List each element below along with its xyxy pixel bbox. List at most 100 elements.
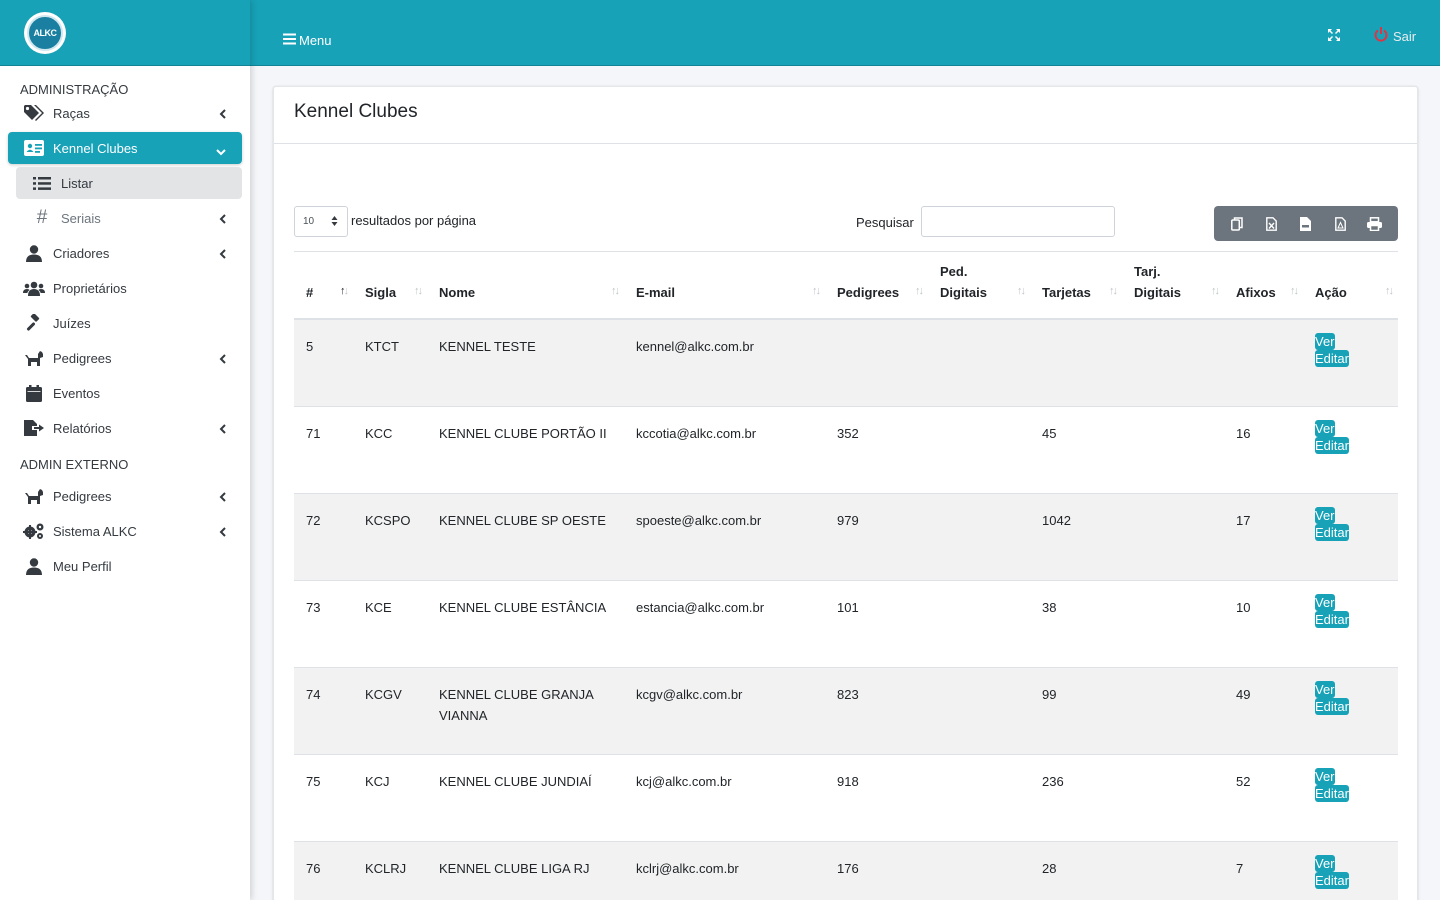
sidebar-item-racas[interactable]: Raças [8, 97, 242, 129]
cell-pedigrees: 823 [825, 666, 928, 754]
logout-button[interactable]: Sair [1374, 27, 1416, 45]
cell-tarj-digitais [1122, 492, 1224, 580]
excel-button[interactable] [1256, 209, 1288, 239]
column-header-sigla[interactable]: Sigla ↑↓ [353, 252, 427, 320]
sidebar-item-pedigrees-externo[interactable]: Pedigrees [8, 480, 242, 512]
cell-ped-digitais [928, 492, 1030, 580]
csv-button[interactable] [1290, 209, 1322, 239]
fullscreen-button[interactable] [1327, 28, 1341, 45]
sidebar-item-meu-perfil[interactable]: Meu Perfil [8, 550, 242, 582]
column-header-tarj-digitais[interactable]: Tarj. Digitais ↑↓ [1122, 252, 1224, 320]
brand[interactable]: ALKC [0, 0, 250, 66]
view-button[interactable]: Ver [1315, 680, 1335, 698]
chevron-left-icon [219, 247, 226, 262]
column-header-ped-digitais[interactable]: Ped. Digitais ↑↓ [928, 252, 1030, 320]
copy-icon [1221, 209, 1253, 239]
sidebar-item-label: Listar [61, 175, 93, 191]
topbar: Menu Sair [250, 0, 1440, 66]
column-header-tarjetas[interactable]: Tarjetas ↑↓ [1030, 252, 1122, 320]
view-button[interactable]: Ver [1315, 333, 1335, 350]
view-button[interactable]: Ver [1315, 419, 1335, 437]
sidebar-item-eventos[interactable]: Eventos [8, 377, 242, 409]
edit-button[interactable]: Editar [1315, 436, 1349, 454]
sort-icon: ↑↓ [414, 285, 423, 297]
cell-acao: Ver Editar [1303, 319, 1398, 406]
cell-afixos: 7 [1224, 840, 1303, 900]
chevron-left-icon [219, 490, 226, 505]
sidebar: ALKC ADMINISTRAÇÃO Raças Kennel Clubes L… [0, 0, 250, 900]
copy-button[interactable] [1221, 209, 1253, 239]
cell-nome: KENNEL TESTE [439, 339, 536, 354]
cell-sigla: KTCT [365, 339, 399, 354]
cell-acao: Ver Editar [1303, 579, 1398, 667]
sort-icon: ↑↓ [915, 285, 924, 297]
cell-tarjetas: 236 [1030, 753, 1122, 841]
cell-tarjetas: 99 [1030, 666, 1122, 754]
cell-id: 72 [294, 492, 353, 580]
view-button[interactable]: Ver [1315, 506, 1335, 524]
sidebar-item-relatorios[interactable]: Relatórios [8, 412, 242, 444]
brand-logo[interactable]: ALKC [24, 11, 66, 54]
cell-ped-digitais [928, 319, 1030, 406]
sort-icon: ↑↓ [1385, 285, 1394, 297]
cell-email: kclrj@alkc.com.br [624, 840, 825, 900]
cell-sigla: KCJ [353, 753, 427, 841]
view-button[interactable]: Ver [1315, 854, 1335, 872]
sidebar-item-label: Eventos [53, 385, 100, 401]
pdf-button[interactable] [1324, 209, 1356, 239]
cell-ped-digitais [928, 579, 1030, 667]
view-button[interactable]: Ver [1315, 593, 1335, 611]
cell-afixos: 52 [1224, 753, 1303, 841]
power-off-icon [1374, 27, 1393, 45]
sort-icon: ↑↓ [1109, 285, 1118, 297]
cell-ped-digitais [928, 405, 1030, 493]
sidebar-item-sistema-alkc[interactable]: Sistema ALKC [8, 515, 242, 547]
menu-toggle-button[interactable]: Menu [283, 33, 332, 48]
expand-arrows-icon [1327, 29, 1341, 45]
cell-acao: Ver Editar [1303, 666, 1398, 754]
page-length-select[interactable]: 10 [294, 206, 348, 237]
cell-pedigrees: 979 [825, 492, 928, 580]
cell-tarjetas: 45 [1030, 405, 1122, 493]
sidebar-item-seriais[interactable]: # Seriais [16, 202, 242, 234]
table-row: 5 KTCT KENNEL TESTE kennel@alkc.com.br Ver Ed… [294, 319, 1398, 406]
edit-button[interactable]: Editar [1315, 871, 1349, 889]
sidebar-item-pedigrees[interactable]: Pedigrees [8, 342, 242, 374]
cell-email: kennel@alkc.com.br [636, 339, 754, 354]
column-header-id[interactable]: # ↑↓ [294, 252, 353, 320]
cell-email: kcj@alkc.com.br [624, 753, 825, 841]
edit-button[interactable]: Editar [1315, 523, 1349, 541]
sidebar-item-juizes[interactable]: Juízes [8, 307, 242, 339]
sidebar-item-kennel-clubes[interactable]: Kennel Clubes [8, 132, 242, 164]
column-header-nome[interactable]: Nome ↑↓ [427, 252, 624, 320]
cell-sigla: KCC [353, 405, 427, 493]
sort-icon: ↑↓ [1017, 285, 1026, 297]
cell-pedigrees [825, 319, 928, 406]
sidebar-item-criadores[interactable]: Criadores [8, 237, 242, 269]
edit-button[interactable]: Editar [1315, 350, 1349, 367]
print-button[interactable] [1359, 209, 1391, 239]
excel-icon [1256, 209, 1288, 239]
sidebar-item-label: Raças [53, 105, 90, 121]
sidebar-item-label: Juízes [53, 315, 91, 331]
edit-button[interactable]: Editar [1315, 610, 1349, 628]
column-header-acao[interactable]: Ação ↑↓ [1303, 252, 1398, 320]
edit-button[interactable]: Editar [1315, 697, 1349, 715]
chevron-left-icon [219, 212, 226, 227]
chevron-left-icon [219, 525, 226, 540]
cell-afixos: 17 [1224, 492, 1303, 580]
sidebar-item-listar[interactable]: Listar [16, 167, 242, 199]
sidebar-item-label: Seriais [61, 210, 101, 226]
view-button[interactable]: Ver [1315, 767, 1335, 785]
column-header-afixos[interactable]: Afixos ↑↓ [1224, 252, 1303, 320]
page-length-label: resultados por página [351, 213, 477, 228]
sidebar-item-proprietarios[interactable]: Proprietários [8, 272, 242, 304]
edit-button[interactable]: Editar [1315, 784, 1349, 802]
column-header-pedigrees[interactable]: Pedigrees ↑↓ [825, 252, 928, 320]
cell-id: 73 [294, 579, 353, 667]
cell-tarjetas: 1042 [1030, 492, 1122, 580]
column-header-email[interactable]: E-mail ↑↓ [624, 252, 825, 320]
search-input[interactable] [921, 206, 1115, 237]
table-row: 73 KCE KENNEL CLUBE ESTÂNCIA estancia@alkc.… [294, 579, 1398, 667]
cell-afixos: 16 [1224, 405, 1303, 493]
